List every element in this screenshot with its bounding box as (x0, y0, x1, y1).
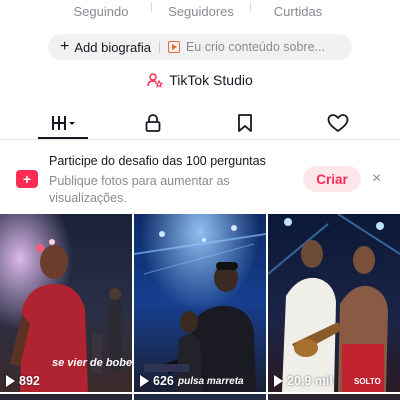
video-overlay-text: SOLTO (354, 377, 381, 386)
plus-icon: + (60, 38, 70, 55)
profile-tabs (0, 108, 400, 140)
video-thumbnail-image: SOLTO (268, 214, 400, 392)
tiktok-studio-label: TikTok Studio (169, 72, 253, 88)
heart-icon (327, 114, 349, 132)
stat-likes-label: Curtidas (273, 4, 323, 19)
create-button[interactable]: Criar (303, 166, 361, 192)
bio-bar: + Add biografia Eu crio conteúdo sobre..… (48, 34, 352, 60)
video-overlay-text: se vier de bobeira (52, 357, 132, 369)
stat-likes[interactable]: Curtidas (243, 0, 353, 20)
stat-following[interactable]: Seguindo (46, 0, 156, 20)
add-bio-label: Add biografia (74, 39, 151, 55)
profile-stats: Seguindo Seguidores Curtidas (0, 0, 400, 28)
bookmark-icon (238, 114, 252, 132)
video-thumbnail[interactable]: se vier de bobeira 892 (0, 214, 132, 392)
tabs-divider (0, 139, 400, 140)
bio-suggestion-text: Eu crio conteúdo sobre... (185, 40, 325, 54)
tab-videos[interactable] (38, 108, 88, 138)
view-count: 892 (6, 374, 40, 388)
view-count: 626 (140, 374, 174, 388)
banner-description: Publique fotos para aumentar as visualiz… (49, 174, 230, 205)
video-thumbnail-image: pulsa marreta (134, 214, 266, 392)
play-icon (6, 375, 15, 387)
view-count: 20,9 mil (274, 374, 333, 388)
play-icon (274, 375, 283, 387)
video-thumbnail[interactable] (268, 394, 400, 400)
view-count-value: 892 (19, 374, 40, 388)
close-icon[interactable]: × (372, 171, 381, 187)
tab-liked[interactable] (313, 108, 363, 138)
video-thumbnail[interactable]: pulsa marreta 626 (134, 214, 266, 392)
view-count-value: 20,9 mil (287, 374, 333, 388)
videos-grid-icon (52, 116, 75, 130)
video-thumbnail[interactable]: SOLTO 20,9 mil (268, 214, 400, 392)
stat-following-label: Seguindo (73, 4, 129, 19)
view-count-value: 626 (153, 374, 174, 388)
video-thumbnail[interactable] (134, 394, 266, 400)
studio-icon (147, 73, 164, 88)
add-bio-button[interactable]: + Add biografia (48, 38, 151, 55)
lock-icon (145, 114, 161, 132)
banner-title: Participe do desafio das 100 perguntas (49, 154, 266, 168)
bio-suggestion[interactable]: Eu crio conteúdo sobre... (167, 40, 325, 54)
video-thumbnail[interactable] (0, 394, 132, 400)
play-square-icon (167, 41, 180, 53)
photo-plus-icon: + (16, 170, 38, 188)
video-overlay-text: pulsa marreta (177, 376, 244, 387)
video-grid: se vier de bobeira 892 (0, 214, 400, 400)
video-thumbnail-image: se vier de bobeira (0, 214, 132, 392)
tiktok-studio-link[interactable]: TikTok Studio (0, 72, 400, 88)
stat-followers[interactable]: Seguidores (146, 0, 256, 20)
tab-favorites[interactable] (220, 108, 270, 138)
bio-divider (158, 41, 160, 53)
stat-followers-label: Seguidores (168, 4, 234, 19)
tab-private[interactable] (128, 108, 178, 138)
play-icon (140, 375, 149, 387)
